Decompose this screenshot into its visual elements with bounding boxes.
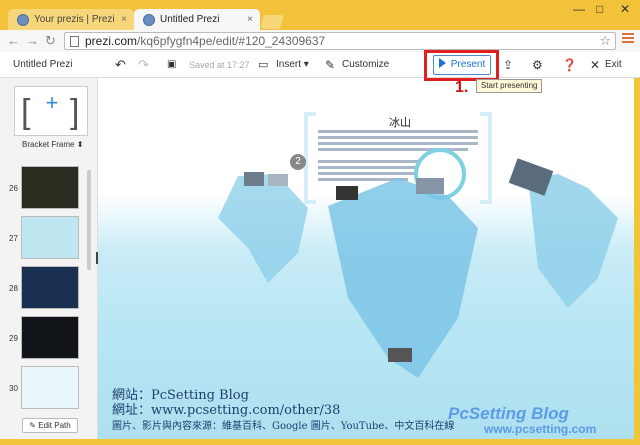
- thumb-number: 28: [9, 284, 18, 293]
- reload-icon[interactable]: ↻: [45, 33, 56, 49]
- frame-thumbnail[interactable]: [21, 166, 79, 209]
- tab-your-prezis[interactable]: Your prezis | Prezi ×: [8, 9, 134, 31]
- url-text: prezi.com/kq6pfygfn4pe/edit/#120_2430963…: [85, 34, 326, 48]
- maximize-button[interactable]: □: [596, 2, 603, 16]
- step-label: 1.: [455, 79, 469, 96]
- share-icon[interactable]: ⇪: [503, 52, 513, 78]
- logo-title: PcSetting Blog: [448, 404, 570, 423]
- prezi-favicon-icon: [17, 14, 29, 26]
- thumb-number: 26: [9, 184, 18, 193]
- customize-button[interactable]: Customize: [342, 52, 389, 78]
- insert-icon: ▭: [258, 59, 269, 71]
- exit-icon: ✕: [590, 58, 601, 72]
- forward-icon[interactable]: →: [26, 33, 39, 48]
- sidebar-scrollbar[interactable]: [87, 170, 91, 270]
- frame-thumbnail[interactable]: [21, 316, 79, 359]
- bracket-right-icon: ]: [70, 93, 80, 131]
- bookmark-star-icon[interactable]: ☆: [599, 33, 611, 49]
- prezi-title[interactable]: Untitled Prezi: [13, 52, 72, 78]
- highlight-box: [424, 50, 499, 81]
- url-input[interactable]: prezi.com/kq6pfygfn4pe/edit/#120_2430963…: [64, 32, 616, 50]
- undo-icon[interactable]: ↶: [115, 52, 126, 78]
- exit-button[interactable]: Exit: [605, 52, 622, 78]
- help-icon[interactable]: ❓: [562, 52, 577, 78]
- watermark-source: 圖片、影片與內容來源：維基百科、Google 圖片、YouTube、中文百科在線: [112, 421, 455, 432]
- saved-status: Saved at 17:27: [189, 60, 250, 70]
- logo-url: www.pcsetting.com: [483, 422, 596, 436]
- frame-type-select[interactable]: Bracket Frame ⬍: [22, 140, 83, 149]
- pcsetting-logo: PcSetting Blog www.pcsetting.com: [448, 404, 596, 436]
- add-frame-icon: +: [42, 92, 62, 114]
- frame-thumbnail[interactable]: [21, 366, 79, 409]
- thumb-number: 29: [9, 334, 18, 343]
- window-border: [0, 439, 640, 445]
- edit-path-button[interactable]: ✎ Edit Path: [22, 418, 78, 433]
- redo-icon[interactable]: ↷: [138, 52, 149, 78]
- settings-gear-icon[interactable]: ⚙: [532, 52, 543, 78]
- thumb-number: 27: [9, 234, 18, 243]
- tab-label: Untitled Prezi: [160, 14, 220, 25]
- bracket-frame-button[interactable]: [ + ]: [14, 86, 88, 136]
- page-icon: [70, 36, 79, 47]
- present-tooltip: Start presenting: [476, 79, 543, 93]
- watermark-url: 網址：www.pcsetting.com/other/38: [112, 403, 341, 418]
- prezi-canvas[interactable]: 冰山 2 網站：PcSetting Blog 網址：www.pcsetting.…: [98, 78, 634, 439]
- browser-tab-strip: Your prezis | Prezi × Untitled Prezi × —…: [0, 0, 640, 31]
- frame-number-badge[interactable]: 2: [290, 154, 306, 170]
- save-icon[interactable]: ▣: [167, 52, 176, 78]
- prezi-toolbar: Untitled Prezi ↶ ↷ ▣ Saved at 17:27 ▭ In…: [0, 52, 640, 78]
- insert-menu-button[interactable]: Insert ▾: [276, 52, 309, 78]
- close-window-button[interactable]: ✕: [620, 2, 630, 16]
- frame-thumbnail[interactable]: [21, 216, 79, 259]
- thumb-number: 30: [9, 384, 18, 393]
- frame-title: 冰山: [389, 116, 411, 129]
- address-bar-row: ← → ↻ prezi.com/kq6pfygfn4pe/edit/#120_2…: [0, 30, 640, 52]
- browser-menu-icon[interactable]: [622, 33, 634, 45]
- bracket-left-icon: [: [21, 93, 31, 131]
- frame-thumbnail[interactable]: [21, 266, 79, 309]
- customize-icon: ✎: [325, 58, 336, 72]
- tab-label: Your prezis | Prezi: [34, 14, 115, 25]
- prezi-favicon-icon: [143, 14, 155, 26]
- tab-close-icon[interactable]: ×: [247, 9, 253, 31]
- new-tab-button[interactable]: [260, 15, 284, 29]
- tab-untitled-prezi[interactable]: Untitled Prezi ×: [134, 9, 260, 31]
- minimize-button[interactable]: —: [573, 2, 585, 16]
- back-icon[interactable]: ←: [7, 33, 20, 48]
- frames-sidebar: [ + ] Bracket Frame ⬍ 26 27 28 29 30 ✎ E…: [0, 78, 98, 439]
- tab-close-icon[interactable]: ×: [121, 9, 127, 31]
